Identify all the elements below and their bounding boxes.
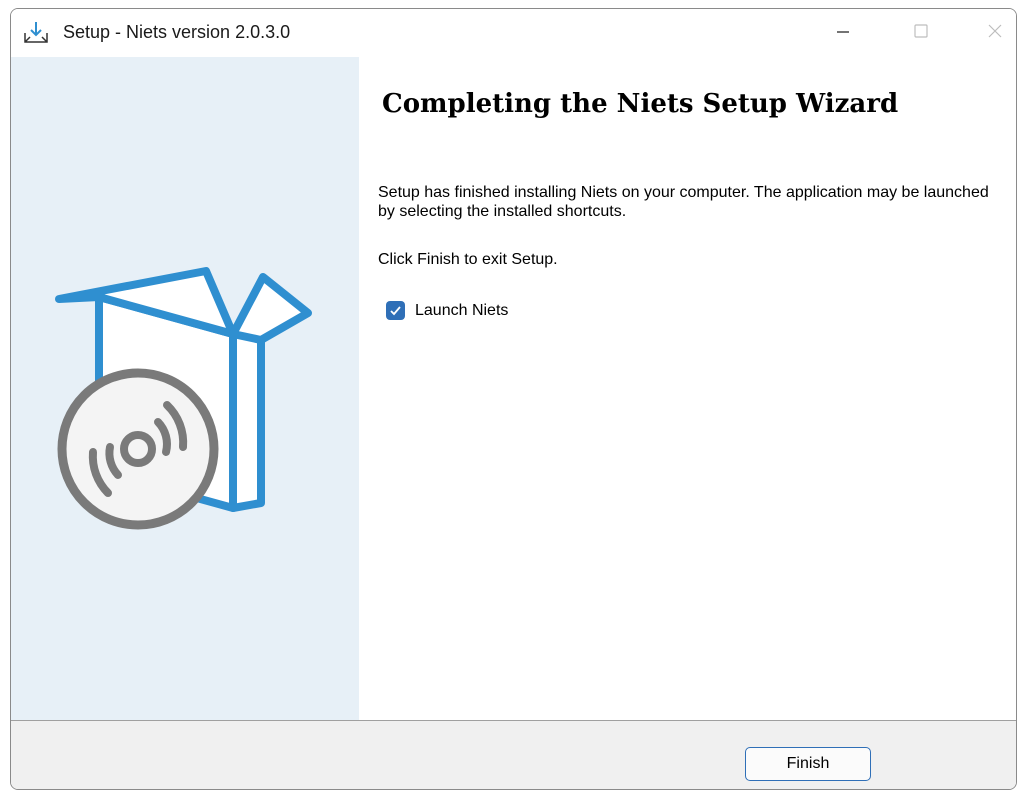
setup-window: Setup - Niets version 2.0.3.0 Completing… xyxy=(10,8,1017,790)
finish-button[interactable]: Finish xyxy=(745,747,871,781)
maximize-button xyxy=(891,9,951,57)
maximize-icon xyxy=(913,23,929,44)
wizard-content: Completing the Niets Setup Wizard Setup … xyxy=(359,57,1016,720)
checkbox-checked-icon[interactable] xyxy=(386,301,405,320)
minimize-button[interactable] xyxy=(813,9,873,57)
close-button xyxy=(965,9,1016,57)
exit-instruction: Click Finish to exit Setup. xyxy=(378,251,558,268)
launch-niets-checkbox[interactable]: Launch Niets xyxy=(386,301,508,320)
finished-message: Setup has finished installing Niets on y… xyxy=(378,184,989,220)
title-bar[interactable]: Setup - Niets version 2.0.3.0 xyxy=(11,9,1016,57)
page-title: Completing the Niets Setup Wizard xyxy=(382,89,899,119)
wizard-sidebar xyxy=(11,57,359,720)
window-title: Setup - Niets version 2.0.3.0 xyxy=(63,22,291,42)
minimize-icon xyxy=(835,23,851,44)
close-icon xyxy=(987,23,1003,44)
launch-niets-label[interactable]: Launch Niets xyxy=(415,302,508,320)
installer-download-icon xyxy=(23,21,49,45)
wizard-footer: Finish xyxy=(11,720,1016,789)
